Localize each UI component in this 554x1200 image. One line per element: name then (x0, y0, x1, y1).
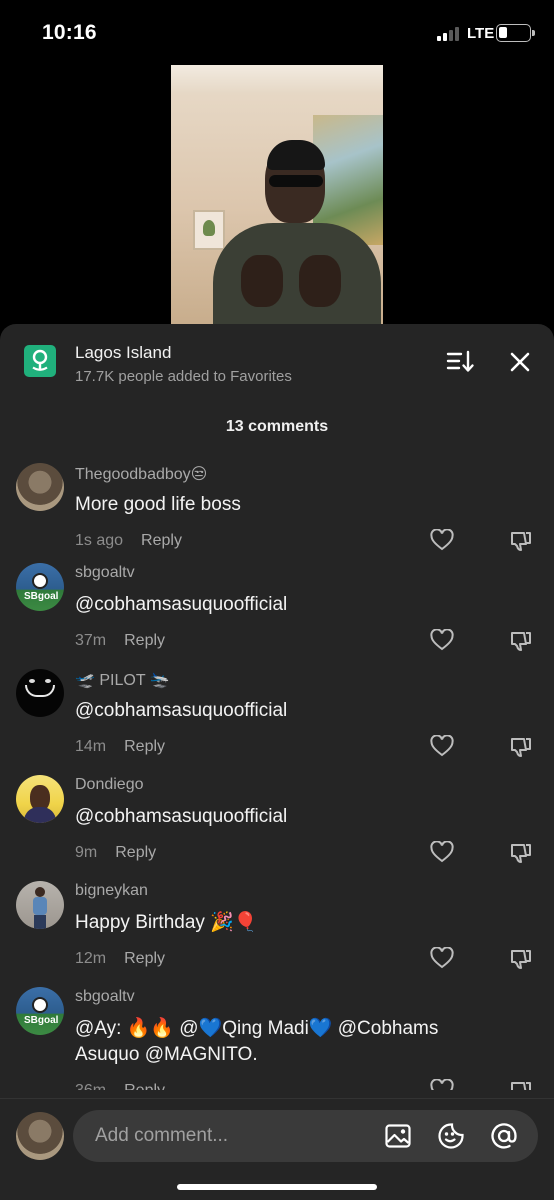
heart-icon[interactable] (430, 947, 454, 969)
heart-icon[interactable] (430, 1079, 454, 1090)
thumbs-down-icon[interactable] (509, 947, 533, 971)
video-preview[interactable] (171, 65, 383, 325)
comment-meta: 1s ago Reply (75, 532, 182, 550)
comment-author[interactable]: sbgoaltv (75, 988, 135, 1006)
signal-icon (437, 27, 463, 41)
comment-text: Happy Birthday 🎉🎈 (75, 912, 258, 933)
heart-icon[interactable] (430, 735, 454, 757)
comment-time: 9m (75, 844, 98, 861)
avatar[interactable] (16, 463, 64, 511)
battery-icon (496, 24, 535, 42)
comment-author[interactable]: 🛫 PILOT 🛬 (75, 670, 170, 690)
location-header[interactable]: Lagos Island 17.7K people added to Favor… (0, 324, 554, 404)
comment-time: 1s ago (75, 532, 124, 549)
heart-icon[interactable] (430, 841, 454, 863)
reply-button[interactable]: Reply (124, 950, 165, 967)
heart-icon[interactable] (430, 529, 454, 551)
thumbs-down-icon[interactable] (509, 629, 533, 653)
heart-icon[interactable] (430, 629, 454, 651)
avatar[interactable] (16, 775, 64, 823)
thumbs-down-icon[interactable] (509, 529, 533, 553)
thumbs-down-icon[interactable] (509, 1079, 533, 1090)
comment-author[interactable]: bigneykan (75, 882, 148, 900)
comment-input-container (73, 1110, 538, 1162)
image-button[interactable] (384, 1122, 412, 1150)
reply-button[interactable]: Reply (141, 532, 182, 549)
comment-meta: 37m Reply (75, 632, 165, 650)
reply-button[interactable]: Reply (115, 844, 156, 861)
comment-time: 14m (75, 738, 107, 755)
my-avatar[interactable] (16, 1112, 64, 1160)
comment-input[interactable] (95, 1123, 365, 1149)
close-button[interactable] (506, 348, 534, 376)
avatar[interactable] (16, 881, 64, 929)
comment-item: bigneykan Happy Birthday 🎉🎈 12m Reply (0, 872, 554, 978)
avatar[interactable]: SBgoal (16, 987, 64, 1035)
comment-meta: 12m Reply (75, 950, 165, 968)
location-title[interactable]: Lagos Island (75, 343, 171, 363)
status-time: 10:16 (42, 21, 97, 44)
comment-time: 37m (75, 632, 107, 649)
avatar[interactable] (16, 669, 64, 717)
comment-item: Thegoodbadboy😒 More good life boss 1s ag… (0, 454, 554, 560)
comment-input-bar (0, 1098, 554, 1200)
sort-icon (446, 350, 474, 372)
thumbs-down-icon[interactable] (509, 841, 533, 865)
at-icon (491, 1123, 517, 1149)
mention-button[interactable] (490, 1122, 518, 1150)
reply-button[interactable]: Reply (124, 1082, 165, 1090)
comment-text: @Ay: 🔥🔥 @💙Qing Madi💙 @Cobhams Asuquo @MA… (75, 1018, 439, 1065)
avatar[interactable]: SBgoal (16, 563, 64, 611)
comment-meta: 36m Reply (75, 1082, 165, 1090)
comments-list[interactable]: Thegoodbadboy😒 More good life boss 1s ag… (0, 454, 554, 1090)
comment-author[interactable]: sbgoaltv (75, 564, 135, 582)
comments-count: 13 comments (225, 418, 329, 435)
location-subtitle: 17.7K people added to Favorites (75, 368, 292, 385)
comment-text: More good life boss (75, 494, 241, 515)
status-bar: 10:16 LTE (0, 0, 554, 66)
comment-author[interactable]: Thegoodbadboy😒 (75, 464, 207, 484)
sort-button[interactable] (445, 348, 475, 376)
network-type: LTE (467, 25, 495, 42)
comment-meta: 14m Reply (75, 738, 165, 756)
thumbs-down-icon[interactable] (509, 735, 533, 759)
comment-meta: 9m Reply (75, 844, 156, 862)
comment-time: 12m (75, 950, 107, 967)
comment-text: @cobhamsasuquoofficial (75, 806, 288, 827)
comment-item: SBgoal sbgoaltv @cobhamsasuquoofficial 3… (0, 554, 554, 660)
image-icon (385, 1124, 411, 1148)
reply-button[interactable]: Reply (124, 738, 165, 755)
close-icon (510, 352, 530, 372)
emoji-icon (438, 1123, 464, 1149)
reply-button[interactable]: Reply (124, 632, 165, 649)
comments-panel: Lagos Island 17.7K people added to Favor… (0, 324, 554, 1200)
comment-author[interactable]: Dondiego (75, 776, 144, 794)
comment-time: 36m (75, 1082, 106, 1090)
comment-text: @cobhamsasuquoofficial (75, 594, 288, 615)
location-pin-icon (24, 345, 56, 377)
comment-item: SBgoal sbgoaltv @Ay: 🔥🔥 @💙Qing Madi💙 @Co… (0, 978, 554, 1090)
comment-item: Dondiego @cobhamsasuquoofficial 9m Reply (0, 766, 554, 872)
comment-text: @cobhamsasuquoofficial (75, 700, 288, 721)
comment-item: 🛫 PILOT 🛬 @cobhamsasuquoofficial 14m Repl… (0, 660, 554, 766)
emoji-button[interactable] (437, 1122, 465, 1150)
home-indicator[interactable] (177, 1184, 377, 1190)
